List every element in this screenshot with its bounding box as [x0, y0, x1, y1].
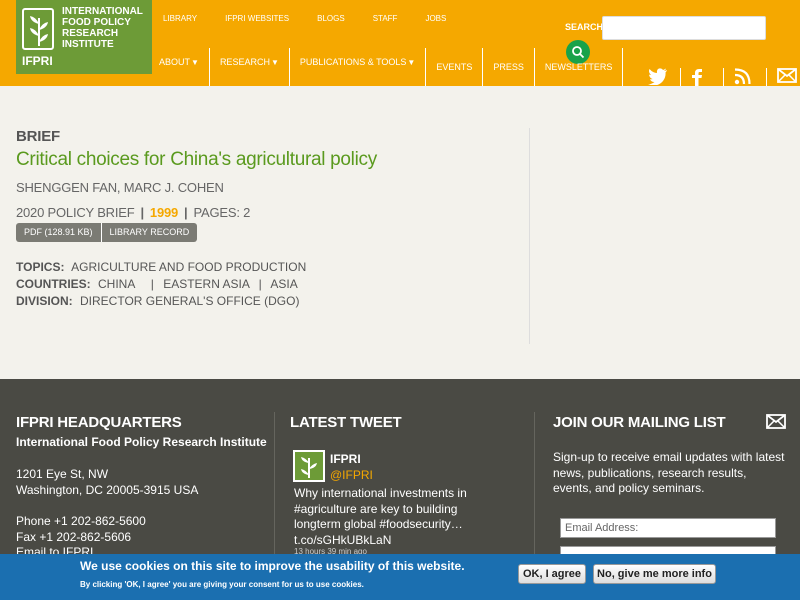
- publication-type: BRIEF: [16, 128, 61, 145]
- email-field[interactable]: Email Address:: [560, 518, 776, 538]
- division-row: DIVISION: DIRECTOR GENERAL'S OFFICE (DGO…: [16, 293, 526, 310]
- social-links: [648, 68, 800, 86]
- social-divider: [766, 68, 767, 86]
- hq-org: International Food Policy Research Insti…: [16, 435, 267, 449]
- countries-row: COUNTRIES: CHINA | EASTERN ASIA | ASIA: [16, 276, 526, 293]
- email-icon[interactable]: [777, 68, 799, 86]
- top-links: LIBRARY IFPRI WEBSITES BLOGS STAFF JOBS: [163, 14, 474, 23]
- cookie-banner: We use cookies on this site to improve t…: [0, 554, 800, 600]
- toplink-ifpri-websites[interactable]: IFPRI WEBSITES: [225, 14, 289, 23]
- wheat-logo-icon: [22, 8, 54, 50]
- mailing-description: Sign-up to receive email updates with la…: [553, 450, 785, 495]
- nav-research[interactable]: RESEARCH ▼: [208, 48, 289, 86]
- search-input[interactable]: [602, 16, 766, 40]
- cookie-title: We use cookies on this site to improve t…: [80, 559, 465, 573]
- mailing-title: JOIN OUR MAILING LIST: [553, 414, 726, 431]
- hq-fax: Fax +1 202-862-5606: [16, 530, 132, 544]
- country-link[interactable]: EASTERN ASIA: [163, 277, 249, 291]
- nav-events[interactable]: EVENTS: [425, 48, 482, 86]
- main-nav: ABOUT ▼ RESEARCH ▼ PUBLICATIONS & TOOLS ▼ E…: [152, 48, 624, 86]
- tweet-text: Why international investments in #agricu…: [294, 486, 467, 547]
- hq-phone: Phone +1 202-862-5600: [16, 514, 146, 528]
- division-link[interactable]: DIRECTOR GENERAL'S OFFICE (DGO): [80, 294, 299, 308]
- email-icon: [766, 414, 786, 429]
- nav-publications-label: PUBLICATIONS & TOOLS: [299, 57, 407, 67]
- country-link[interactable]: ASIA: [270, 277, 297, 291]
- chevron-down-icon: ▼: [270, 57, 279, 67]
- toplink-blogs[interactable]: BLOGS: [317, 14, 345, 23]
- separator: |: [258, 277, 262, 291]
- nav-publications[interactable]: PUBLICATIONS & TOOLS ▼: [288, 48, 425, 86]
- publication-info: 2020 POLICY BRIEF | 1999 | PAGES: 2: [16, 205, 526, 220]
- download-buttons: PDF (128.91 KB) LIBRARY RECORD: [16, 223, 526, 242]
- social-divider: [680, 68, 681, 86]
- division-label: DIVISION:: [16, 294, 73, 308]
- rss-icon[interactable]: [734, 68, 756, 86]
- wheat-logo-icon: [301, 457, 317, 478]
- nav-newsletters[interactable]: NEWSLETTERS: [533, 48, 624, 86]
- page-title: Critical choices for China's agricultura…: [16, 149, 377, 170]
- pdf-download-button[interactable]: PDF (128.91 KB): [16, 223, 102, 242]
- topics-label: TOPICS:: [16, 260, 65, 274]
- twitter-icon[interactable]: [648, 68, 670, 86]
- content-divider: [529, 128, 530, 344]
- separator: |: [144, 277, 154, 291]
- toplink-library[interactable]: LIBRARY: [163, 14, 197, 23]
- toplink-staff[interactable]: STAFF: [373, 14, 398, 23]
- topic-link[interactable]: AGRICULTURE AND FOOD PRODUCTION: [71, 260, 306, 274]
- ifpri-logo[interactable]: International Food Policy Research Insti…: [16, 0, 152, 74]
- search-label: SEARCH: [565, 22, 604, 32]
- footer-divider: [534, 412, 535, 562]
- nav-events-label: EVENTS: [436, 62, 473, 72]
- chevron-down-icon: ▼: [191, 57, 199, 67]
- separator: |: [140, 205, 144, 220]
- tweet-author-name[interactable]: IFPRI: [330, 452, 361, 466]
- nav-press-label: PRESS: [493, 62, 524, 72]
- topics-row: TOPICS: AGRICULTURE AND FOOD PRODUCTION: [16, 259, 526, 276]
- social-divider: [723, 68, 724, 86]
- tweet-title: LATEST TWEET: [290, 414, 402, 431]
- publication-metadata: TOPICS: AGRICULTURE AND FOOD PRODUCTION …: [16, 259, 526, 310]
- toplink-jobs[interactable]: JOBS: [425, 14, 446, 23]
- nav-research-label: RESEARCH: [219, 57, 270, 67]
- nav-about[interactable]: ABOUT ▼: [152, 48, 209, 86]
- nav-press[interactable]: PRESS: [482, 48, 534, 86]
- series-name[interactable]: 2020 POLICY BRIEF: [16, 205, 135, 220]
- ifpri-avatar[interactable]: [293, 450, 325, 482]
- tweet-author-handle[interactable]: @IFPRI: [330, 468, 373, 482]
- countries-label: COUNTRIES:: [16, 277, 91, 291]
- cookie-subtitle: By clicking 'OK, I agree' you are giving…: [80, 580, 364, 589]
- cookie-accept-button[interactable]: OK, I agree: [518, 564, 586, 584]
- hq-title: IFPRI HEADQUARTERS: [16, 414, 182, 431]
- publication-detail: BRIEF Critical choices for China's agric…: [16, 128, 526, 310]
- logo-abbr: IFPRI: [22, 54, 53, 68]
- hq-address-line1: 1201 Eye St, NW: [16, 467, 109, 481]
- separator: |: [184, 205, 188, 220]
- publication-year: 1999: [149, 205, 179, 220]
- nav-newsletters-label: NEWSLETTERS: [544, 62, 613, 72]
- pages-count: 2: [243, 205, 251, 220]
- chevron-down-icon: ▼: [407, 57, 416, 67]
- country-link[interactable]: CHINA: [98, 277, 135, 291]
- logo-name: International Food Policy Research Insti…: [62, 6, 143, 50]
- site-header: International Food Policy Research Insti…: [0, 0, 800, 86]
- nav-about-label: ABOUT: [159, 57, 191, 67]
- facebook-icon[interactable]: [691, 68, 713, 86]
- footer-divider: [274, 412, 275, 562]
- cookie-more-info-button[interactable]: No, give me more info: [593, 564, 716, 584]
- library-record-button[interactable]: LIBRARY RECORD: [101, 223, 198, 242]
- authors: SHENGGEN FAN, MARC J. COHEN: [16, 180, 224, 195]
- pages-label: PAGES:: [193, 205, 240, 220]
- hq-address-line2: Washington, DC 20005-3915 USA: [16, 483, 199, 497]
